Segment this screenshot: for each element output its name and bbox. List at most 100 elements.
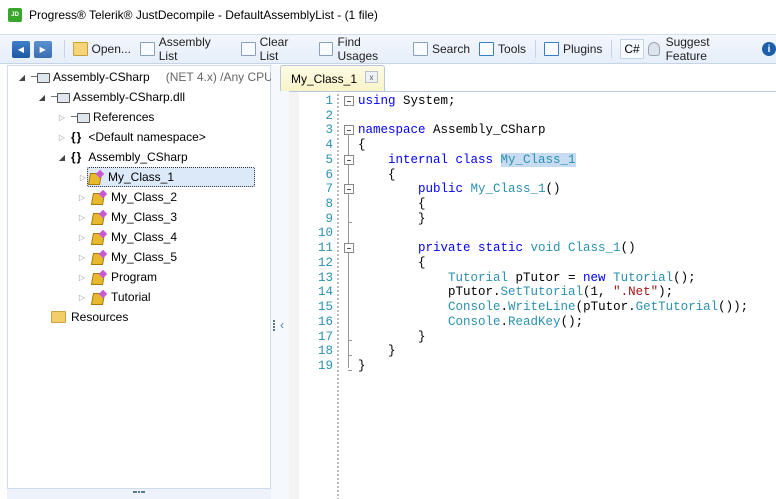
tree-item-assembly[interactable]: ◢ Assembly-CSharp (NET 4.x) /Any CPU (17, 67, 273, 87)
open-folder-icon (72, 42, 88, 56)
tab-my-class-1[interactable]: My_Class_1 x (280, 65, 385, 91)
fold-toggle-icon[interactable] (344, 184, 354, 195)
line-number: 16 (317, 314, 333, 329)
fold-toggle-icon[interactable] (344, 154, 354, 165)
line-number: 1 (325, 94, 333, 108)
code-token: new (583, 270, 614, 285)
code-token: internal class (358, 152, 501, 167)
code-line: namespace Assembly_CSharp (358, 123, 546, 138)
collapsed-arrow-icon[interactable]: ▷ (77, 233, 87, 242)
class-icon (91, 290, 107, 304)
expanded-arrow-icon[interactable]: ◢ (57, 153, 67, 162)
separator (611, 40, 613, 58)
clear-list-button[interactable]: Clear List (240, 35, 310, 63)
clear-list-icon (240, 42, 256, 56)
code-token: { (358, 138, 366, 153)
splitter-grip[interactable] (133, 491, 145, 493)
assembly-icon (51, 92, 70, 103)
find-usages-button[interactable]: Find Usages (318, 35, 404, 63)
tools-button[interactable]: Tools (479, 42, 526, 56)
expanded-arrow-icon[interactable]: ◢ (17, 73, 27, 82)
code-line: } (358, 359, 366, 374)
tree-item-class[interactable]: ▷ My_Class_2 (77, 187, 177, 207)
tree-item-class[interactable]: ▷ My_Class_3 (77, 207, 177, 227)
open-button[interactable]: Open... (72, 42, 131, 56)
collapsed-arrow-icon[interactable]: ▷ (77, 213, 87, 222)
info-icon[interactable]: i (762, 42, 776, 56)
code-token: (); (673, 270, 696, 285)
class-icon (88, 170, 104, 184)
fold-toggle-icon[interactable] (344, 243, 354, 254)
collapse-panel-chevron-icon[interactable]: ‹ (280, 318, 284, 332)
editor-gutter (289, 92, 299, 499)
code-line: } (358, 344, 396, 359)
code-token: namespace (358, 123, 434, 138)
code-token: void (530, 241, 569, 256)
collapsed-arrow-icon[interactable]: ▷ (77, 193, 87, 202)
code-token: WriteLine (508, 300, 576, 315)
collapsed-arrow-icon[interactable]: ▷ (78, 173, 88, 182)
language-selector[interactable]: C# (620, 39, 644, 59)
line-number: 15 (317, 300, 333, 315)
line-number: 5 (325, 152, 333, 167)
code-token: ); (658, 285, 674, 300)
fold-line (348, 194, 349, 221)
line-number: 18 (317, 344, 333, 359)
tree-item-references[interactable]: ▷ References (57, 107, 154, 127)
code-line: pTutor.SetTutorial(1, ".Net"); (358, 285, 673, 300)
search-button[interactable]: Search (412, 42, 470, 56)
assembly-icon (31, 72, 50, 83)
line-number: 19 (317, 358, 333, 373)
bottom-splitter[interactable] (7, 488, 271, 499)
plugins-button[interactable]: Plugins (544, 42, 602, 56)
code-token: { (358, 255, 426, 270)
fold-end (348, 222, 352, 224)
line-number: 14 (317, 285, 333, 300)
tree-item-class[interactable]: ▷ Tutorial (77, 287, 151, 307)
class-label: My_Class_4 (111, 230, 178, 244)
code-token: . (500, 300, 509, 315)
expanded-arrow-icon[interactable]: ◢ (37, 93, 47, 102)
collapsed-arrow-icon[interactable]: ▷ (77, 293, 87, 302)
tree-item-class[interactable]: ▷ Program (77, 267, 157, 287)
collapsed-arrow-icon[interactable]: ▷ (57, 113, 67, 122)
search-icon (412, 42, 428, 56)
code-token: System; (403, 94, 456, 108)
lightbulb-icon (647, 42, 660, 56)
tree-item-class[interactable]: ▷My_Class_1▷ (80, 167, 256, 187)
suggest-feature-button[interactable]: Suggest Feature (647, 35, 753, 63)
splitter-grip[interactable] (273, 320, 275, 332)
tree-item-class[interactable]: ▷ My_Class_4 (77, 227, 177, 247)
class-icon (91, 250, 107, 264)
tree-item-namespace[interactable]: ◢ {} Assembly_CSharp (57, 147, 188, 167)
tree-item-dll[interactable]: ◢ Assembly-CSharp.dll (37, 87, 185, 107)
collapsed-arrow-icon[interactable]: ▷ (57, 133, 67, 142)
assembly-list-button[interactable]: Assembly List (139, 35, 232, 63)
line-number: 11 (317, 241, 333, 256)
fold-end (348, 340, 352, 342)
fold-end (348, 369, 352, 371)
code-token: Tutorial (358, 270, 509, 285)
vertical-splitter[interactable] (271, 65, 289, 499)
code-token: My_Class_1 (500, 152, 576, 167)
collapsed-arrow-icon[interactable]: ▷ (77, 253, 87, 262)
code-line: internal class My_Class_1 (358, 152, 576, 168)
close-tab-button[interactable]: x (365, 71, 378, 83)
separator (535, 40, 537, 58)
class-icon (91, 230, 107, 244)
code-line: private static void Class_1() (358, 241, 636, 256)
forward-button[interactable]: ▶ (33, 40, 52, 58)
title-bar: JD Progress® Telerik® JustDecompile - De… (0, 0, 776, 30)
tree-item-class[interactable]: ▷ My_Class_5 (77, 247, 177, 267)
back-button[interactable]: ◀ (12, 40, 30, 58)
code-token: { (358, 197, 426, 212)
separator (63, 40, 65, 58)
tools-icon (479, 42, 495, 56)
fold-toggle-icon[interactable] (344, 125, 354, 136)
class-label: My_Class_3 (111, 210, 178, 224)
collapsed-arrow-icon[interactable]: ▷ (77, 273, 87, 282)
code-token: pTutor. (358, 285, 501, 300)
tree-item-resources[interactable]: Resources (37, 307, 128, 327)
code-token: ReadKey (508, 314, 561, 329)
tree-item-default-namespace[interactable]: ▷ {} <Default namespace> (57, 127, 206, 147)
